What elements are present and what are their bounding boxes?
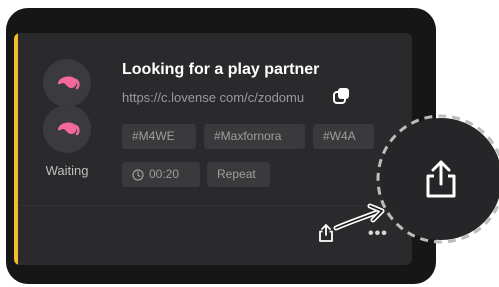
invite-link[interactable]: https://c.lovense com/c/zodomu bbox=[122, 90, 304, 105]
repeat-chip[interactable]: Repeat bbox=[207, 162, 270, 187]
toy-avatar bbox=[43, 59, 91, 107]
share-button[interactable] bbox=[317, 223, 335, 243]
copy-button[interactable] bbox=[332, 86, 352, 106]
clock-icon bbox=[132, 168, 144, 181]
tag-chip[interactable]: #W4A bbox=[313, 124, 374, 149]
more-options-button[interactable]: ••• bbox=[368, 226, 388, 242]
status-label: Waiting bbox=[45, 163, 89, 178]
tag-chip[interactable]: #M4WE bbox=[122, 124, 196, 149]
play-partner-card[interactable]: Waiting Looking for a play partner https… bbox=[14, 33, 412, 265]
share-icon bbox=[319, 224, 333, 242]
lovense-toy-icon bbox=[58, 76, 80, 90]
timer-chip: 00:20 bbox=[122, 162, 200, 187]
tag-chip[interactable]: #Maxfornora bbox=[204, 124, 305, 149]
more-dots-icon: ••• bbox=[368, 225, 388, 242]
zoomed-share-button[interactable] bbox=[380, 118, 499, 240]
lovense-toy-icon bbox=[58, 122, 80, 136]
timer-value: 00:20 bbox=[149, 167, 180, 181]
card-divider bbox=[18, 205, 412, 206]
copy-icon bbox=[333, 88, 349, 104]
card-accent-bar bbox=[14, 33, 18, 265]
share-icon bbox=[426, 160, 456, 198]
toy-avatar bbox=[43, 105, 91, 153]
card-title: Looking for a play partner bbox=[122, 61, 320, 78]
